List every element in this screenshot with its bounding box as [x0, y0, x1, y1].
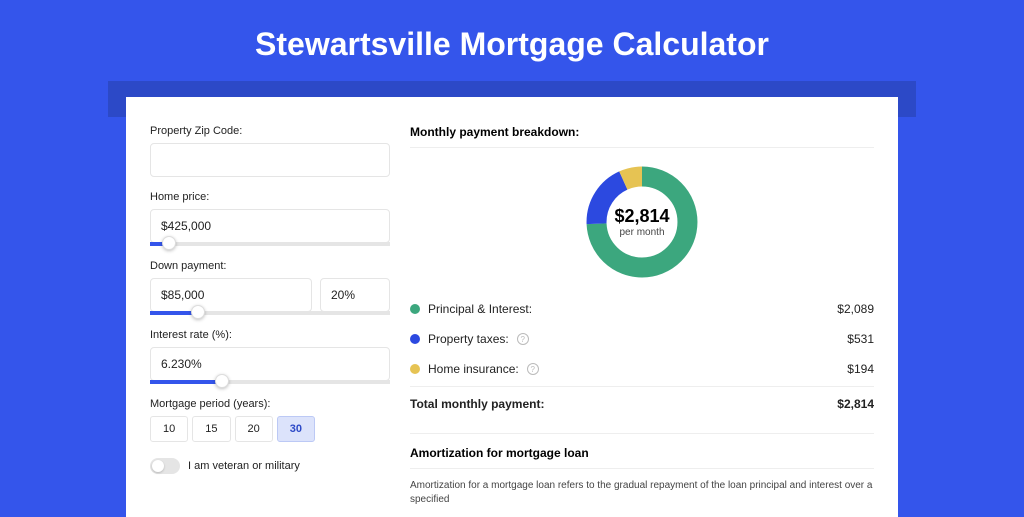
donut-sub: per month	[619, 227, 664, 238]
page-title: Stewartsville Mortgage Calculator	[0, 0, 1024, 81]
legend-dot	[410, 304, 420, 314]
breakdown-value: $2,089	[837, 302, 874, 316]
breakdown-title: Monthly payment breakdown:	[410, 125, 874, 148]
breakdown-column: Monthly payment breakdown: $2,814 per mo…	[410, 125, 874, 517]
zip-group: Property Zip Code:	[150, 125, 390, 177]
rate-group: Interest rate (%):	[150, 329, 390, 384]
down-pct-input[interactable]	[320, 278, 390, 312]
breakdown-label: Principal & Interest:	[428, 302, 532, 316]
toggle-knob	[152, 460, 164, 472]
veteran-row: I am veteran or military	[150, 458, 390, 474]
zip-label: Property Zip Code:	[150, 125, 390, 137]
period-10[interactable]: 10	[150, 416, 188, 442]
amort-title: Amortization for mortgage loan	[410, 433, 874, 469]
info-icon[interactable]: ?	[517, 333, 529, 345]
legend-dot	[410, 364, 420, 374]
donut-chart: $2,814 per month	[582, 162, 702, 282]
slider-thumb[interactable]	[215, 374, 229, 388]
slider-thumb[interactable]	[191, 305, 205, 319]
period-options: 10152030	[150, 416, 390, 442]
price-label: Home price:	[150, 191, 390, 203]
period-label: Mortgage period (years):	[150, 398, 390, 410]
breakdown-label: Home insurance:	[428, 362, 519, 376]
amort-text: Amortization for a mortgage loan refers …	[410, 479, 874, 507]
period-15[interactable]: 15	[192, 416, 230, 442]
breakdown-row: Property taxes:? $531	[410, 324, 874, 354]
slider-thumb[interactable]	[162, 236, 176, 250]
donut-center: $2,814 per month	[582, 162, 702, 282]
period-30[interactable]: 30	[277, 416, 315, 442]
veteran-label: I am veteran or military	[188, 460, 300, 472]
breakdown-list: Principal & Interest: $2,089 Property taxe…	[410, 294, 874, 384]
price-group: Home price:	[150, 191, 390, 246]
down-group: Down payment:	[150, 260, 390, 315]
input-column: Property Zip Code: Home price: Down paym…	[150, 125, 390, 517]
breakdown-row: Home insurance:? $194	[410, 354, 874, 384]
period-group: Mortgage period (years): 10152030	[150, 398, 390, 442]
down-slider[interactable]	[150, 311, 390, 315]
calculator-card: Property Zip Code: Home price: Down paym…	[126, 97, 898, 517]
veteran-toggle[interactable]	[150, 458, 180, 474]
donut-wrap: $2,814 per month	[410, 162, 874, 282]
legend-dot	[410, 334, 420, 344]
zip-input[interactable]	[150, 143, 390, 177]
total-value: $2,814	[837, 397, 874, 411]
price-input[interactable]	[150, 209, 390, 243]
down-amount-input[interactable]	[150, 278, 312, 312]
rate-input[interactable]	[150, 347, 390, 381]
breakdown-row: Principal & Interest: $2,089	[410, 294, 874, 324]
price-slider[interactable]	[150, 242, 390, 246]
rate-slider[interactable]	[150, 380, 390, 384]
rate-label: Interest rate (%):	[150, 329, 390, 341]
total-label: Total monthly payment:	[410, 397, 544, 411]
info-icon[interactable]: ?	[527, 363, 539, 375]
breakdown-label: Property taxes:	[428, 332, 509, 346]
total-row: Total monthly payment: $2,814	[410, 386, 874, 419]
down-label: Down payment:	[150, 260, 390, 272]
donut-value: $2,814	[614, 206, 669, 227]
breakdown-value: $194	[847, 362, 874, 376]
period-20[interactable]: 20	[235, 416, 273, 442]
breakdown-value: $531	[847, 332, 874, 346]
